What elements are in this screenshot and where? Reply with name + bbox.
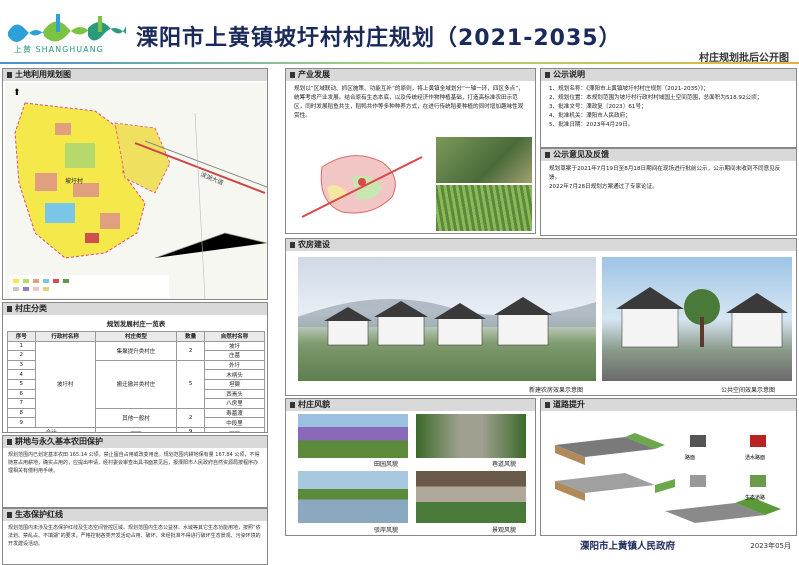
- logo-wave-icon: [8, 14, 126, 42]
- notice-heading: 公示说明: [541, 69, 796, 81]
- style-photo-field: [298, 414, 408, 458]
- footer-date: 2023年05月: [750, 542, 791, 550]
- road-sections-diagram: 路面 透水路面 生态道路: [555, 433, 781, 523]
- village-table: 序号 行政村名称 村庄类型 数量 自然村名称 1 坡圩村 集聚提升类村庄 2 坡…: [7, 331, 266, 432]
- road-label-surface: 路面: [685, 454, 695, 461]
- map-village-label: 坡圩村: [65, 177, 83, 185]
- farmland-text: 规划范围内已划定基本农田 165.14 公顷，禁止擅自占用或改变用途。规划范围内…: [8, 452, 260, 474]
- farmland-panel: 耕地与永久基本农田保护 规划范围内已划定基本农田 165.14 公顷，禁止擅自占…: [2, 435, 268, 508]
- road-section-1: [555, 433, 665, 465]
- village-style-panel: 村庄风貌 田园风貌 巷道风貌 驳岸风貌 景观风貌: [285, 398, 536, 536]
- industry-heading: 产业发展: [286, 69, 535, 81]
- style-heading: 村庄风貌: [286, 399, 535, 411]
- notice-panel: 公示说明 1、规划名称：《溧阳市上黄镇坡圩村村庄规划（2021-2035）》； …: [540, 68, 797, 148]
- style-photo-lane: [416, 414, 526, 458]
- housing-panel: 农房建设 新建农房效果示意图 公共空间效果示意图: [285, 238, 797, 396]
- style-caption: 田园风貌: [373, 461, 398, 468]
- land-use-heading: 土地利用规划图: [3, 69, 267, 81]
- logo-text: 上黄 SHANGHUANG: [14, 45, 104, 54]
- col-admin: 行政村名称: [34, 331, 96, 342]
- footer-government: 溧阳市上黄镇人民政府: [580, 541, 676, 552]
- header-divider: [0, 62, 799, 64]
- road-heading: 道路提升: [541, 399, 796, 411]
- table-row: 1 坡圩村 集聚提升类村庄 2 坡圩: [7, 340, 266, 428]
- eco-heading: 生态保护红线: [3, 509, 267, 521]
- industry-photo-paddy: [436, 185, 532, 231]
- village-table-caption: 规划发展村庄一览表: [106, 320, 166, 328]
- notice-item: 5、批准日期：2023年4月29日。: [549, 122, 634, 128]
- land-use-panel: 土地利用规划图 ⬆ 滨湖大道 坡圩村: [2, 68, 268, 300]
- style-photo-riverbank: [298, 471, 408, 523]
- farmland-heading: 耕地与永久基本农田保护: [3, 436, 267, 448]
- road-section-2: [555, 473, 675, 501]
- page-title: 溧阳市上黄镇坡圩村村庄规划（2021-2035）: [136, 26, 622, 51]
- housing-render-new: [298, 257, 596, 381]
- style-caption: 驳岸风貌: [373, 527, 398, 534]
- opinion-heading: 公示意见及反馈: [541, 149, 796, 161]
- notice-item: 2、规划位置：本规划范围为坡圩村行政村村域国土空间范围，总面积为518.92公顷…: [549, 95, 763, 101]
- opinion-text: 规划草案于2021年7月19日至8月18日期间在现场进行批前公示，公示期间未收到…: [549, 166, 781, 190]
- land-use-map[interactable]: ⬆ 滨湖大道 坡圩村: [5, 83, 267, 299]
- village-heading: 村庄分类: [3, 303, 267, 315]
- road-label-eco: 生态道路: [745, 494, 765, 501]
- table-total-row: 合计 —— 9 ——: [7, 426, 266, 432]
- housing-caption-public: 公共空间效果示意图: [720, 387, 775, 394]
- col-type: 村庄类型: [94, 331, 178, 342]
- col-count: 数量: [176, 331, 205, 342]
- col-natural: 自然村名称: [203, 331, 266, 342]
- housing-caption-new: 新建农房效果示意图: [528, 387, 583, 394]
- north-arrow-icon: ⬆: [13, 88, 21, 98]
- industry-text: 规划以“区域联动、抓区施策、功能互补”的原则，将上黄镇全域划分“一轴一环，四区多…: [294, 86, 524, 119]
- road-label-permeable: 透水路面: [745, 454, 765, 461]
- logo: 上黄 SHANGHUANG: [6, 10, 128, 60]
- housing-render-public: [602, 257, 792, 381]
- industry-zone-map: [292, 137, 432, 231]
- notice-item: 3、批准文号：溧政复〔2023〕61号；: [549, 104, 647, 110]
- notice-item: 1、规划名称：《溧阳市上黄镇坡圩村村庄规划（2021-2035）》；: [549, 86, 709, 92]
- col-no: 序号: [7, 331, 36, 342]
- eco-panel: 生态保护红线 规划范围内未涉及生态保护红线及生态空间管控区域。规划范围内生态公益…: [2, 508, 268, 565]
- admin-name-cell: 坡圩村: [34, 340, 96, 428]
- style-caption: 巷道风貌: [491, 461, 516, 468]
- notice-list: 1、规划名称：《溧阳市上黄镇坡圩村村庄规划（2021-2035）》； 2、规划位…: [541, 81, 796, 134]
- style-photo-landscape: [416, 471, 526, 523]
- header: 上黄 SHANGHUANG 溧阳市上黄镇坡圩村村庄规划（2021-2035） 村…: [0, 0, 799, 64]
- road-panel: 道路提升 路面 透水路面 生态道路: [540, 398, 797, 536]
- industry-photo-farmers: [436, 137, 532, 183]
- style-caption: 景观风貌: [491, 527, 516, 534]
- opinion-panel: 公示意见及反馈 规划草案于2021年7月19日至8月18日期间在现场进行批前公示…: [540, 148, 797, 236]
- eco-text: 规划范围内未涉及生态保护红线及生态空间管控区域。规划范围内生态公益林、水域等其它…: [8, 525, 261, 547]
- notice-item: 4、批准机关：溧阳市人民政府；: [549, 113, 631, 119]
- village-classification-panel: 村庄分类 规划发展村庄一览表 序号 行政村名称 村庄类型 数量 自然村名称 1 …: [2, 302, 268, 433]
- housing-heading: 农房建设: [286, 239, 796, 251]
- industry-panel: 产业发展 规划以“区域联动、抓区施策、功能互补”的原则，将上黄镇全域划分“一轴一…: [285, 68, 536, 234]
- land-use-map-graphic: ⬆ 滨湖大道 坡圩村: [5, 83, 267, 299]
